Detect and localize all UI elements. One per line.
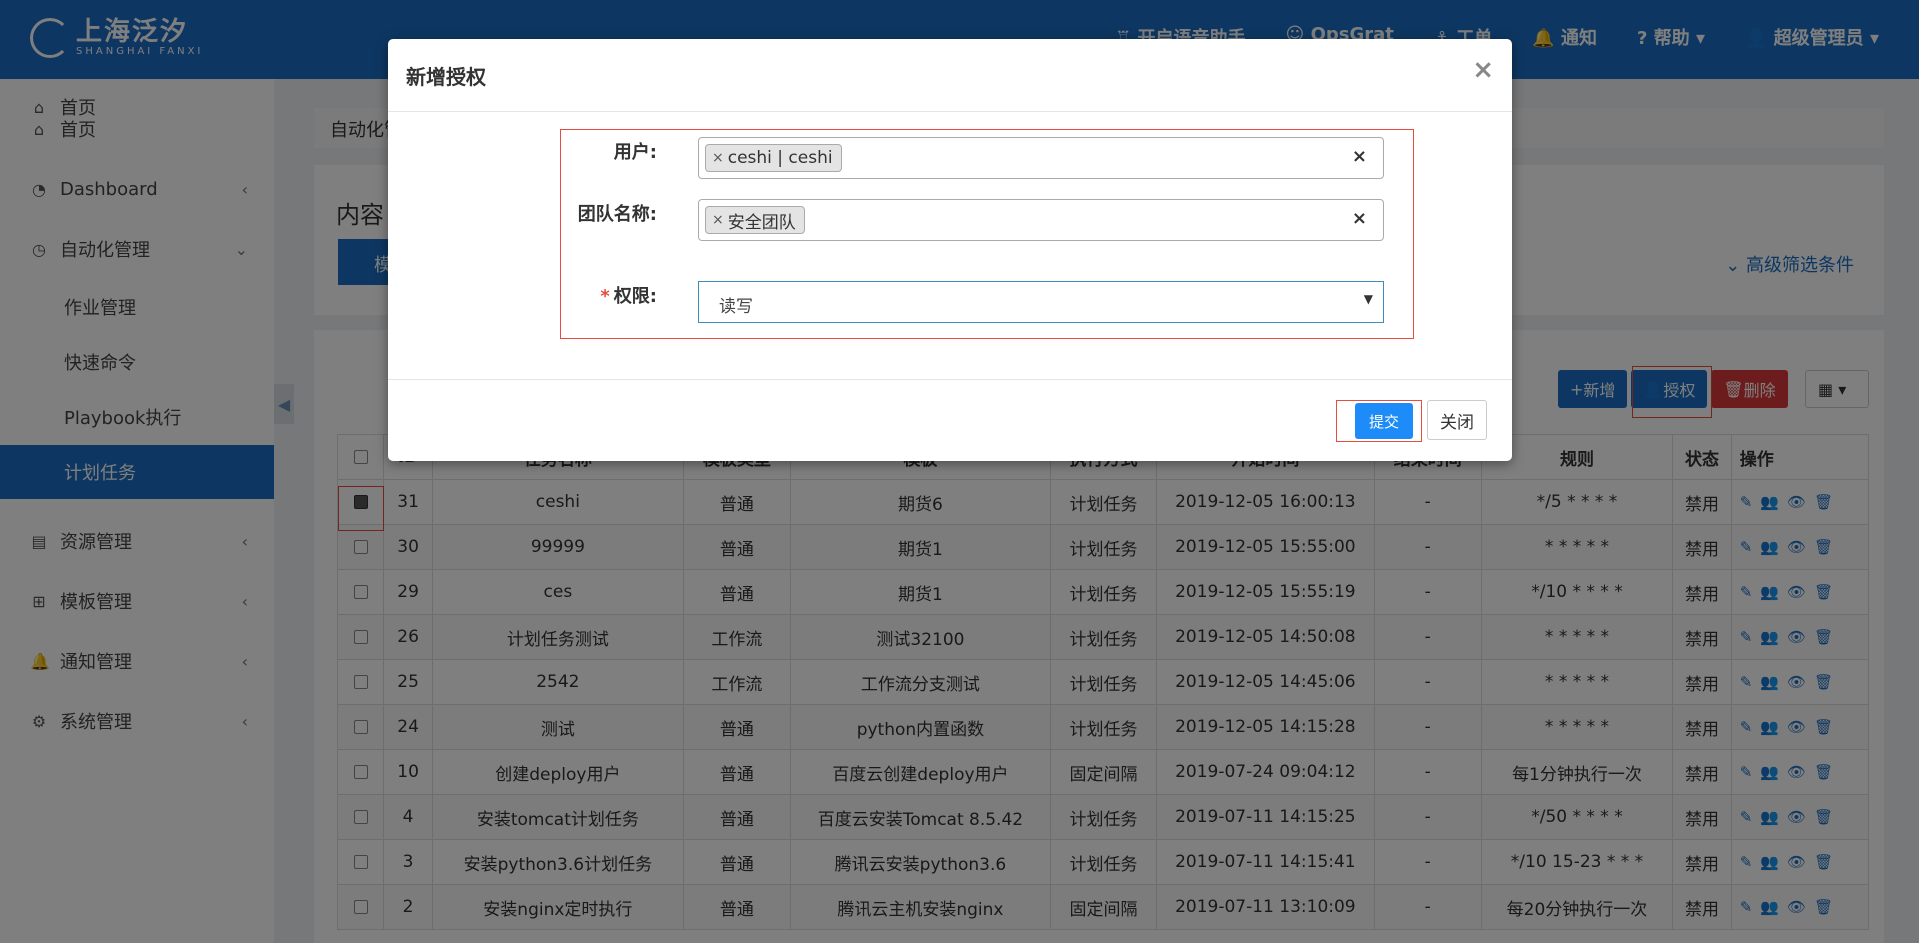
caret-down-icon: ▼ [1363,292,1373,306]
submit-button[interactable]: 提交 [1355,403,1413,439]
permission-value: 读写 [719,297,753,317]
modal-title: 新增授权 [406,65,486,89]
user-label: 用户: [613,142,657,163]
team-label: 团队名称: [577,204,657,225]
remove-tag-icon[interactable]: × [712,212,724,228]
permission-select[interactable]: 读写 ▼ [698,281,1384,323]
close-button[interactable]: 关闭 [1427,400,1487,440]
close-icon[interactable]: × [1472,55,1494,85]
add-authorization-modal: 新增授权 × 用户: × ceshi | ceshi × 团队名称: × 安全团队 … [388,39,1512,461]
remove-tag-icon[interactable]: × [712,150,724,166]
team-tag: × 安全团队 [705,206,805,234]
modal-header: 新增授权 × [388,39,1512,112]
user-tag: × ceshi | ceshi [705,144,842,172]
clear-icon[interactable]: × [1352,208,1367,229]
authorization-form: 用户: × ceshi | ceshi × 团队名称: × 安全团队 × * 权限: … [560,129,1414,339]
clear-icon[interactable]: × [1352,146,1367,167]
permission-label: * 权限: [600,286,657,307]
team-select[interactable]: × 安全团队 × [698,199,1384,241]
user-select[interactable]: × ceshi | ceshi × [698,137,1384,179]
